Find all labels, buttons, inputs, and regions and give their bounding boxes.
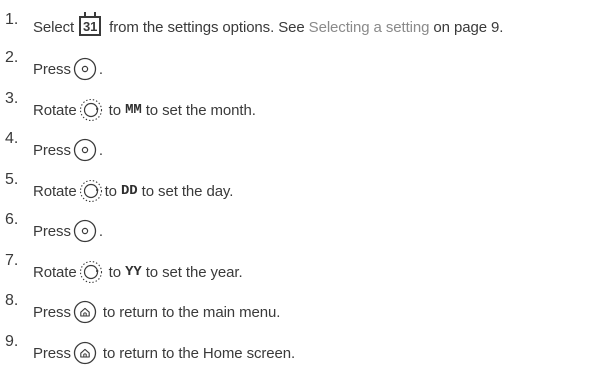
step-number: 8.: [5, 292, 19, 309]
calendar-icon: 31: [79, 12, 102, 36]
month-code: MM: [125, 102, 142, 118]
step-text: Press .: [33, 216, 103, 246]
step-verb: Rotate: [33, 263, 77, 281]
step-number: 2.: [5, 49, 19, 66]
step-text-post: to return to the Home screen.: [98, 344, 296, 362]
step-text: Press .: [33, 135, 103, 165]
step-number: 1.: [5, 11, 19, 28]
step-verb: Press: [33, 303, 71, 321]
step-text-post: .: [98, 222, 103, 240]
step-8: 8. Press to return to the main menu.: [0, 292, 608, 324]
step-text-post: to set the month.: [141, 101, 256, 119]
year-code: YY: [125, 264, 142, 280]
day-code: DD: [121, 183, 138, 199]
step-5: 5. Rotate to DD to set the day.: [0, 171, 608, 203]
selecting-a-setting-link[interactable]: Selecting a setting: [309, 19, 430, 36]
step-text-post: to return to the main menu.: [98, 303, 281, 321]
step-number: 5.: [5, 171, 19, 188]
step-text-post: .: [98, 141, 103, 159]
step-verb: Press: [33, 344, 71, 362]
calendar-icon-label: 31: [82, 18, 98, 34]
step-1: 1. Select 31 from the settings options. …: [0, 12, 608, 42]
select-button-icon: [73, 57, 96, 81]
step-text-mid: to: [104, 182, 121, 200]
step-text: Press to return to the main menu.: [33, 297, 280, 327]
step-text: Rotate to DD to set the day.: [33, 176, 233, 206]
step-verb: Press: [33, 222, 71, 240]
home-button-icon: [73, 300, 96, 324]
home-button-icon: [73, 341, 96, 365]
step-text-mid: to: [104, 263, 126, 281]
step-text: Rotate to YY to set the year.: [33, 257, 243, 287]
step-text: Rotate to MM to set the month.: [33, 95, 256, 125]
select-button-icon: [73, 219, 96, 243]
step-text: Press .: [33, 54, 103, 84]
step-number: 3.: [5, 90, 19, 107]
step-text: Press to return to the Home screen.: [33, 338, 295, 368]
step-9: 9. Press to return to the Home screen.: [0, 333, 608, 365]
step-verb: Press: [33, 60, 71, 78]
step-7: 7. Rotate to YY to set the year.: [0, 252, 608, 284]
step-number: 6.: [5, 211, 19, 228]
step-text-mid: to: [104, 101, 126, 119]
step-verb: Press: [33, 141, 71, 159]
step-4: 4. Press .: [0, 130, 608, 162]
step-6: 6. Press .: [0, 211, 608, 243]
step-text-post: to set the day.: [137, 182, 234, 200]
step-number: 9.: [5, 333, 19, 350]
step-text-tail: on page 9.: [429, 18, 504, 36]
rotary-dial-icon: [79, 260, 102, 284]
step-verb: Rotate: [33, 182, 77, 200]
step-verb: Rotate: [33, 101, 77, 119]
step-verb: Select: [33, 18, 75, 36]
step-text-post: .: [98, 60, 103, 78]
step-text-post: from the settings options. See: [105, 18, 309, 36]
rotary-dial-icon: [79, 179, 102, 203]
step-number: 7.: [5, 252, 19, 269]
step-number: 4.: [5, 130, 19, 147]
step-2: 2. Press .: [0, 49, 608, 81]
rotary-dial-icon: [79, 98, 102, 122]
step-3: 3. Rotate to MM to set the month.: [0, 90, 608, 122]
step-text-post: to set the year.: [141, 263, 243, 281]
select-button-icon: [73, 138, 96, 162]
step-text: Select 31 from the settings options. See…: [33, 12, 503, 42]
